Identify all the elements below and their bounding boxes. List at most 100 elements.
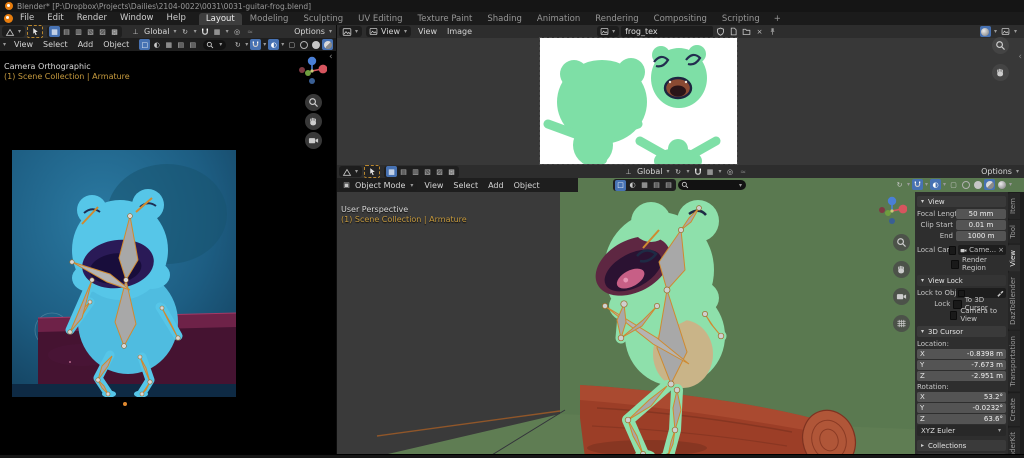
- add-workspace-button[interactable]: +: [768, 14, 787, 24]
- menu-view[interactable]: View: [413, 27, 442, 36]
- render-slot-icon[interactable]: [1000, 26, 1011, 37]
- workspace-tab-sculpting[interactable]: Sculpting: [296, 13, 350, 25]
- local-camera-checkbox[interactable]: [949, 246, 957, 255]
- mode-dropdown[interactable]: ▣ Object Mode ▾: [339, 180, 417, 191]
- editor-type-button[interactable]: ▾: [2, 26, 25, 37]
- falloff-curve-icon[interactable]: ≈: [738, 166, 749, 177]
- visibility-icon-2[interactable]: ▦: [639, 180, 650, 191]
- menu-help[interactable]: Help: [160, 12, 191, 25]
- pan-hand-icon[interactable]: [992, 64, 1009, 81]
- clip-end-field[interactable]: 1000 m: [956, 231, 1006, 241]
- menu-edit[interactable]: Edit: [41, 12, 69, 25]
- clip-start-field[interactable]: 0.01 m: [956, 220, 1006, 230]
- shading-rendered-icon[interactable]: [996, 179, 1007, 190]
- image-editor[interactable]: ▾ View ▾ View Image ▾ frog_tex ×: [337, 25, 1024, 165]
- zoom-icon[interactable]: [893, 234, 910, 251]
- select-mode-icon-5[interactable]: ▩: [109, 26, 120, 37]
- select-mode-icon-2[interactable]: ▥: [73, 26, 84, 37]
- shading-wireframe-icon[interactable]: [298, 39, 309, 50]
- menu-add[interactable]: Add: [483, 181, 509, 190]
- workspace-tab-texture-paint[interactable]: Texture Paint: [411, 13, 480, 25]
- snap-magnet-icon[interactable]: [250, 39, 261, 50]
- shading-material-icon[interactable]: [984, 179, 995, 190]
- visibility-icon-2[interactable]: ▦: [163, 39, 174, 50]
- menu-add[interactable]: Add: [73, 40, 99, 49]
- zoom-icon[interactable]: [992, 37, 1009, 54]
- magnet-icon[interactable]: [200, 27, 210, 37]
- menu-object[interactable]: Object: [509, 181, 545, 190]
- tab-item[interactable]: Item: [1008, 193, 1020, 219]
- shading-solid-icon[interactable]: [310, 39, 321, 50]
- tab-create[interactable]: Create: [1008, 393, 1020, 426]
- workspace-tab-scripting[interactable]: Scripting: [715, 13, 767, 25]
- magnet-icon[interactable]: [693, 167, 703, 177]
- camera-to-view-checkbox[interactable]: [950, 311, 958, 320]
- menu-object[interactable]: Object: [98, 40, 134, 49]
- chevron-down-icon[interactable]: ▾: [225, 28, 230, 35]
- view-lock-section-header[interactable]: ▾ View Lock: [917, 275, 1006, 286]
- orientation-label[interactable]: Global: [143, 27, 171, 36]
- fake-user-shield-icon[interactable]: [715, 26, 726, 37]
- new-image-icon[interactable]: [728, 26, 739, 37]
- shading-wireframe-icon[interactable]: [960, 179, 971, 190]
- menu-render[interactable]: Render: [71, 12, 113, 25]
- local-camera-field[interactable]: Came... ×: [958, 245, 1006, 255]
- search-field[interactable]: ▾: [678, 180, 746, 190]
- falloff-curve-icon[interactable]: ≈: [245, 26, 256, 37]
- xray-toggle-icon[interactable]: □: [139, 39, 150, 50]
- mode-dropdown-collapsed[interactable]: ▾: [0, 41, 9, 48]
- camera-view-icon[interactable]: [305, 132, 322, 149]
- visibility-icon-4[interactable]: ▤: [663, 180, 674, 191]
- visibility-icon-1[interactable]: ◐: [151, 39, 162, 50]
- blender-menu-icon[interactable]: [4, 14, 13, 23]
- navigation-gizmo[interactable]: [297, 55, 327, 85]
- chevron-down-icon[interactable]: ▾: [193, 28, 198, 35]
- select-mode-icon-5[interactable]: ▩: [446, 166, 457, 177]
- shading-material-icon[interactable]: [322, 39, 333, 50]
- select-mode-icon-3[interactable]: ▧: [422, 166, 433, 177]
- orientation-label[interactable]: Global: [636, 167, 664, 176]
- unlink-icon[interactable]: ×: [754, 26, 765, 37]
- scene-lights-icon[interactable]: ↻: [894, 179, 905, 190]
- tab-transportation[interactable]: Transportation: [1008, 331, 1020, 392]
- menu-view[interactable]: View: [9, 40, 38, 49]
- texture-image[interactable]: [540, 38, 737, 164]
- select-mode-icon-1[interactable]: ▤: [61, 26, 72, 37]
- pivot-icon[interactable]: ↻: [232, 39, 243, 50]
- browse-image-button[interactable]: ▾: [597, 26, 619, 37]
- camera-view-icon[interactable]: [893, 288, 910, 305]
- orthographic-toggle-icon[interactable]: [893, 315, 910, 332]
- pan-hand-icon[interactable]: [893, 261, 910, 278]
- pan-hand-icon[interactable]: [305, 113, 322, 130]
- snap-magnet-icon[interactable]: [912, 179, 923, 190]
- snap-target-icon[interactable]: ▦: [212, 26, 223, 37]
- tweak-mode-icon[interactable]: ▦: [49, 26, 60, 37]
- search-field[interactable]: ▾: [203, 40, 226, 50]
- render-region-checkbox[interactable]: [951, 260, 959, 269]
- sidebar-collapse-arrow[interactable]: ‹: [329, 53, 333, 62]
- select-mode-icon-1[interactable]: ▤: [398, 166, 409, 177]
- xray-toggle-icon[interactable]: □: [615, 180, 626, 191]
- editor-type-button[interactable]: ▾: [339, 26, 362, 37]
- navigation-gizmo[interactable]: [877, 195, 907, 225]
- overlays-icon[interactable]: ◐: [268, 39, 279, 50]
- workspace-tab-compositing[interactable]: Compositing: [647, 13, 714, 25]
- tweak-mode-icon[interactable]: ▦: [386, 166, 397, 177]
- pin-icon[interactable]: [767, 26, 778, 37]
- pivot-point-icon[interactable]: ↻: [180, 26, 191, 37]
- tab-view[interactable]: View: [1008, 245, 1020, 272]
- visibility-icon-3[interactable]: ▤: [175, 39, 186, 50]
- editor-type-button[interactable]: ▾: [339, 166, 362, 177]
- visibility-icon-1[interactable]: ◐: [627, 180, 638, 191]
- area-separator[interactable]: [336, 25, 337, 458]
- camera-viewport[interactable]: Camera Orthographic (1) Scene Collection…: [0, 51, 337, 458]
- image-name-field[interactable]: frog_tex: [621, 26, 713, 37]
- tab-daztoblender[interactable]: DazToBlender: [1008, 272, 1020, 330]
- collections-section-header[interactable]: ▸ Collections: [917, 440, 1006, 451]
- select-mode-icon-4[interactable]: ▨: [97, 26, 108, 37]
- menu-image[interactable]: Image: [442, 27, 477, 36]
- menu-select[interactable]: Select: [38, 40, 73, 49]
- select-mode-icon-4[interactable]: ▨: [434, 166, 445, 177]
- active-tool-select-box[interactable]: [27, 25, 43, 38]
- select-mode-icon-2[interactable]: ▥: [410, 166, 421, 177]
